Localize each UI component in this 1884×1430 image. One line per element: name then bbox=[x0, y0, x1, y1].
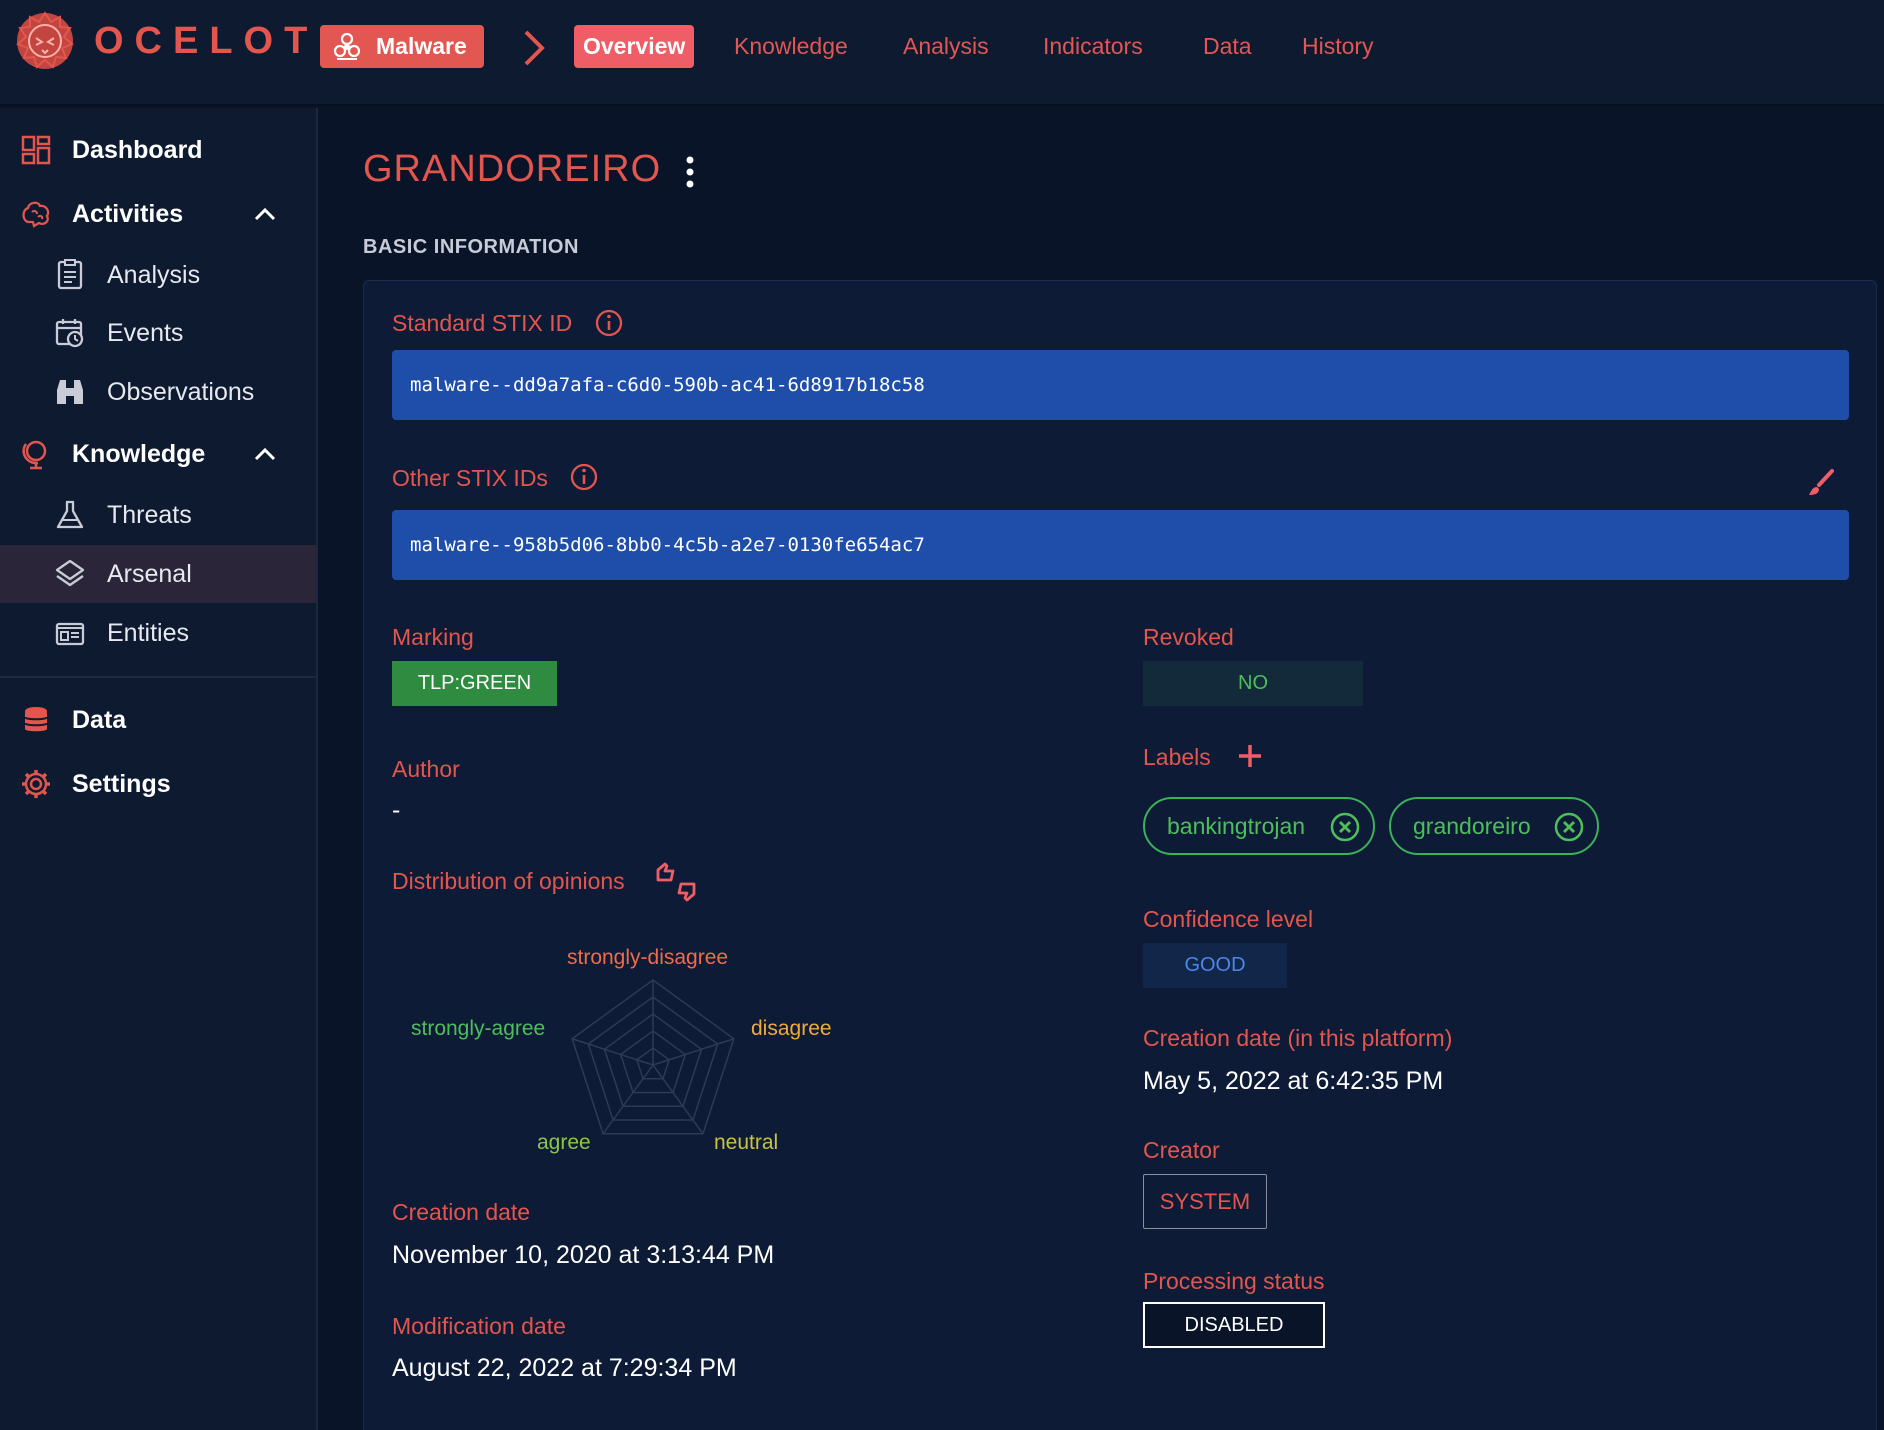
binoculars-icon bbox=[57, 380, 83, 404]
sidebar-item-label: Data bbox=[72, 705, 127, 734]
add-label-icon[interactable] bbox=[1236, 742, 1264, 770]
tab-analysis[interactable]: Analysis bbox=[903, 25, 989, 68]
sidebar-item-label: Knowledge bbox=[72, 439, 206, 468]
more-vert-icon[interactable] bbox=[680, 154, 700, 190]
marking-label: Marking bbox=[392, 624, 474, 650]
creation-date-platform-value: May 5, 2022 at 6:42:35 PM bbox=[1143, 1067, 1444, 1095]
creation-date-platform-label: Creation date (in this platform) bbox=[1143, 1025, 1453, 1051]
creation-date-value: November 10, 2020 at 3:13:44 PM bbox=[392, 1241, 775, 1269]
chevron-up-icon[interactable] bbox=[252, 201, 278, 227]
label-chip-text: grandoreiro bbox=[1413, 812, 1531, 839]
flask-icon bbox=[56, 500, 84, 529]
modification-date-value: August 22, 2022 at 7:29:34 PM bbox=[392, 1354, 737, 1382]
tab-overview[interactable]: Overview bbox=[574, 25, 695, 68]
creator-badge[interactable]: SYSTEM bbox=[1143, 1174, 1267, 1229]
sidebar-item-events[interactable]: Events bbox=[0, 304, 316, 362]
radar-label-neutral: neutral bbox=[714, 1131, 779, 1154]
tab-indicators[interactable]: Indicators bbox=[1043, 25, 1143, 68]
radar-label-strongly-agree: strongly-agree bbox=[411, 1017, 546, 1040]
chevron-up-icon[interactable] bbox=[252, 441, 278, 467]
sidebar-item-arsenal[interactable]: Arsenal bbox=[0, 545, 316, 603]
sidebar-item-label: Events bbox=[107, 318, 184, 347]
ocelot-logo-icon bbox=[16, 11, 74, 69]
sidebar-divider bbox=[0, 676, 316, 678]
revoked-label: Revoked bbox=[1143, 624, 1234, 650]
section-title: BASIC INFORMATION bbox=[363, 236, 579, 258]
labels-label: Labels bbox=[1143, 744, 1211, 770]
calendar-clock-icon bbox=[55, 319, 84, 348]
sidebar-item-label: Arsenal bbox=[107, 559, 192, 588]
author-label: Author bbox=[392, 756, 460, 782]
database-icon bbox=[24, 707, 48, 732]
tab-history[interactable]: History bbox=[1302, 25, 1374, 68]
sidebar-item-settings[interactable]: Settings bbox=[0, 755, 316, 813]
gear-icon bbox=[22, 770, 50, 798]
confidence-level-badge: GOOD bbox=[1143, 943, 1287, 988]
folder-card-icon bbox=[55, 622, 85, 646]
biohazard-icon bbox=[333, 32, 361, 60]
sidebar-item-label: Entities bbox=[107, 618, 189, 647]
distribution-of-opinions-label: Distribution of opinions bbox=[392, 868, 625, 894]
remove-label-icon[interactable] bbox=[1329, 811, 1361, 843]
processing-status-badge: DISABLED bbox=[1143, 1302, 1325, 1348]
standard-stix-id-label: Standard STIX ID bbox=[392, 310, 573, 336]
tab-knowledge[interactable]: Knowledge bbox=[734, 25, 848, 68]
sidebar-item-knowledge[interactable]: Knowledge bbox=[0, 425, 316, 483]
sidebar-item-dashboard[interactable]: Dashboard bbox=[0, 121, 316, 179]
entity-type-label: Malware bbox=[376, 33, 467, 59]
radar-label-agree: agree bbox=[537, 1131, 591, 1154]
document-icon bbox=[57, 259, 83, 290]
sidebar-item-analysis[interactable]: Analysis bbox=[0, 246, 316, 304]
other-stix-ids-value: malware--958b5d06-8bb0-4c5b-a2e7-0130fe6… bbox=[392, 510, 1849, 580]
sidebar-item-data[interactable]: Data bbox=[0, 691, 316, 749]
processing-status-label: Processing status bbox=[1143, 1268, 1325, 1294]
brush-edit-icon[interactable] bbox=[1806, 468, 1836, 498]
sidebar-item-activities[interactable]: Activities bbox=[0, 185, 316, 243]
brain-icon bbox=[22, 201, 50, 228]
revoked-badge: NO bbox=[1143, 661, 1363, 706]
layers-icon bbox=[55, 559, 85, 587]
radar-label-strongly-disagree: strongly-disagree bbox=[567, 946, 729, 969]
sidebar: Dashboard Activities Analysis Events Obs… bbox=[0, 108, 318, 1430]
sidebar-item-label: Settings bbox=[72, 769, 171, 798]
top-bar: OCELOT Malware Overview Knowledge Analys… bbox=[0, 0, 1884, 106]
thumbs-opinion-icon[interactable] bbox=[655, 862, 697, 902]
remove-label-icon[interactable] bbox=[1553, 811, 1585, 843]
sidebar-item-threats[interactable]: Threats bbox=[0, 486, 316, 544]
confidence-level-label: Confidence level bbox=[1143, 906, 1314, 932]
sidebar-item-label: Analysis bbox=[107, 260, 201, 289]
info-icon[interactable] bbox=[594, 308, 624, 338]
label-chip-text: bankingtrojan bbox=[1167, 812, 1306, 839]
sidebar-item-label: Activities bbox=[72, 199, 184, 228]
standard-stix-id-value: malware--dd9a7afa-c6d0-590b-ac41-6d8917b… bbox=[392, 350, 1849, 420]
sidebar-item-observations[interactable]: Observations bbox=[0, 363, 316, 421]
sidebar-item-entities[interactable]: Entities bbox=[0, 604, 316, 662]
entity-type-breadcrumb[interactable]: Malware bbox=[320, 25, 484, 68]
sidebar-item-label: Threats bbox=[107, 500, 192, 529]
modification-date-label: Modification date bbox=[392, 1313, 566, 1339]
tab-data[interactable]: Data bbox=[1203, 25, 1252, 68]
info-icon[interactable] bbox=[569, 462, 599, 492]
label-chip: bankingtrojan bbox=[1143, 797, 1375, 855]
sidebar-item-label: Observations bbox=[107, 377, 255, 406]
chevron-right-icon bbox=[524, 30, 545, 66]
other-stix-ids-label: Other STIX IDs bbox=[392, 465, 548, 491]
marking-tlp-badge: TLP:GREEN bbox=[392, 661, 557, 706]
creator-label: Creator bbox=[1143, 1137, 1220, 1163]
globe-icon bbox=[22, 440, 47, 470]
radar-label-disagree: disagree bbox=[751, 1017, 832, 1040]
opinions-radar-chart bbox=[571, 979, 735, 1135]
dashboard-icon bbox=[21, 135, 51, 165]
brand-name: OCELOT bbox=[94, 20, 319, 62]
sidebar-item-label: Dashboard bbox=[72, 135, 203, 164]
author-value: - bbox=[392, 796, 401, 824]
label-chip: grandoreiro bbox=[1389, 797, 1599, 855]
creation-date-label: Creation date bbox=[392, 1199, 531, 1225]
page-title: GRANDOREIRO bbox=[363, 148, 662, 190]
